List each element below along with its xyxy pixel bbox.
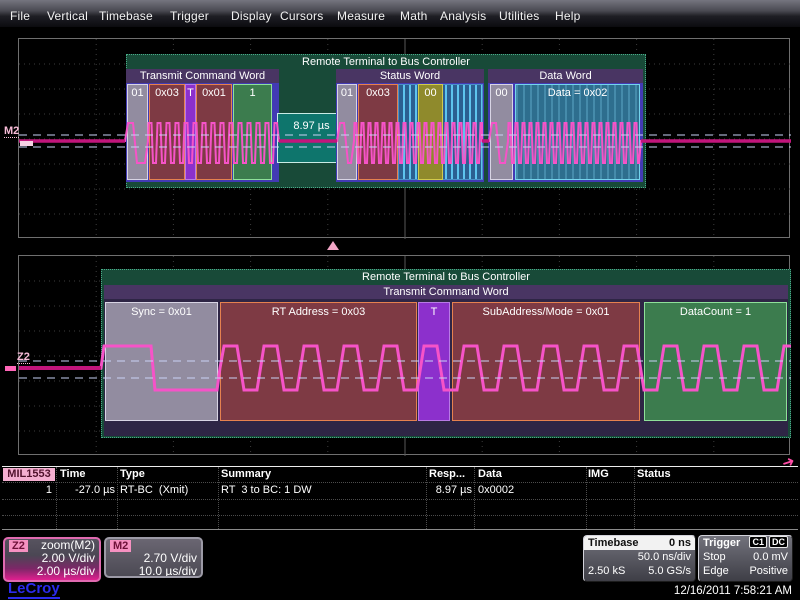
m2-tdiv: 10.0 µs/div [139,565,197,578]
timebase-tdiv: 50.0 ns/div [638,550,691,564]
trigger-slope: Positive [749,564,788,578]
row-time: -27.0 µs [58,484,115,496]
menu-utilities[interactable]: Utilities [499,9,539,23]
trigger-level: 0.0 mV [753,550,788,564]
menu-file[interactable]: File [10,9,30,23]
bottom-graticule[interactable]: Remote Terminal to Bus Controller Transm… [18,255,790,455]
trigger-source-badge: C1 [749,536,767,548]
m2-descriptor-panel[interactable]: M2 2.70 V/div 10.0 µs/div [104,537,203,578]
col-header-data: Data [478,468,502,480]
zoom-rtaddr-field: RT Address = 0x03 [220,302,417,421]
menu-timebase[interactable]: Timebase [99,9,153,23]
trigger-label: Trigger [703,537,740,549]
z2-badge: Z2 [9,540,28,552]
table-divider [426,467,427,529]
zoom-sync-field: Sync = 0x01 [105,302,218,421]
zoom-tr-field: T [418,302,450,421]
zoom-word-band: Transmit Command Word Sync = 0x01 RT Add… [104,285,788,436]
z2-trace-label[interactable]: Z2 [17,352,30,364]
status-addr-field: 0x03 [358,84,398,180]
status-word-title: Status Word [336,69,484,83]
menu-cursors[interactable]: Cursors [280,9,323,23]
cmd-subaddr-field: 0x01 [196,84,232,180]
menu-trigger[interactable]: Trigger [170,9,209,23]
zoom-subaddr-field: SubAddress/Mode = 0x01 [452,302,640,421]
table-divider [56,467,57,529]
col-header-status: Status [637,468,671,480]
col-header-type: Type [120,468,145,480]
lecroy-logo: LeCroy [8,581,60,599]
trigger-panel[interactable]: Trigger C1DC Stop 0.0 mV Edge Positive [698,535,793,582]
menu-measure[interactable]: Measure [337,9,385,23]
table-divider [218,467,219,529]
table-divider [634,467,635,529]
timebase-rate: 5.0 GS/s [648,564,691,578]
top-message-title: Remote Terminal to Bus Controller [127,55,645,69]
timebase-offset: 0 ns [669,536,691,550]
table-row-divider [2,515,798,516]
menu-vertical[interactable]: Vertical [47,9,88,23]
cmd-count-field: 1 [233,84,272,180]
row-resp: 8.97 µs [426,484,472,496]
m2-badge: M2 [110,540,131,552]
row-type: RT-BC (Xmit) [120,484,188,496]
z2-trace-start-tick [5,366,16,371]
data-word-group: Data Word 00 Data = 0x02 [488,69,643,182]
row-index: 1 [2,484,52,496]
trigger-position-marker[interactable] [327,241,339,250]
status-code-field: 00 [418,84,443,180]
row-summary: RT 3 to BC: 1 DW [221,484,312,496]
scope-screen: File Vertical Timebase Trigger Display C… [0,0,800,600]
cmd-sync-field: 01 [127,84,148,180]
table-divider [474,467,475,529]
cmd-tr-field: T [185,84,196,180]
table-row-divider [2,499,798,500]
datetime-display: 12/16/2011 7:58:21 AM [600,585,792,597]
top-graticule[interactable]: Remote Terminal to Bus Controller Transm… [18,38,790,238]
col-header-summary: Summary [221,468,271,480]
zoom-message-title: Remote Terminal to Bus Controller [102,270,790,284]
menu-help[interactable]: Help [555,9,580,23]
menu-math[interactable]: Math [400,9,427,23]
data-word-title: Data Word [488,69,643,83]
col-header-resp: Resp... [429,468,465,480]
data-value-field: Data = 0x02 [515,84,640,180]
timebase-panel[interactable]: Timebase 0 ns 50.0 ns/div 2.50 kS 5.0 GS… [583,535,696,582]
command-word-title: Transmit Command Word [126,69,279,83]
table-divider [117,467,118,529]
menu-bar: File Vertical Timebase Trigger Display C… [0,0,800,28]
data-sync-field: 00 [490,84,513,180]
trigger-coupling-badge: DC [769,536,788,548]
trigger-mode: Stop [703,551,726,563]
protocol-badge[interactable]: MIL1553 [3,468,55,481]
status-sync-field: 01 [337,84,357,180]
zoom-word-title: Transmit Command Word [104,285,788,299]
col-header-time: Time [60,468,85,480]
cmd-rtaddr-field: 0x03 [149,84,185,180]
z2-descriptor-panel[interactable]: Z2 zoom(M2) 2.00 V/div 2.00 µs/div [3,537,101,582]
table-row-divider [2,482,798,483]
command-word-group: Transmit Command Word 01 0x03 T 0x01 1 [126,69,279,182]
menu-display[interactable]: Display [231,9,272,23]
table-divider [586,467,587,529]
trigger-type: Edge [703,565,729,577]
col-header-img: IMG [588,468,609,480]
timebase-label: Timebase [588,537,639,549]
response-time-label: 8.97 µs [293,120,329,132]
row-data: 0x0002 [478,484,514,496]
zoom-count-field: DataCount = 1 [644,302,787,421]
z2-tdiv: 2.00 µs/div [37,565,95,578]
m2-trace-label[interactable]: M2 [4,126,19,138]
zoom-message-band: Remote Terminal to Bus Controller Transm… [101,269,791,438]
status-word-group: Status Word 01 0x03 00 [336,69,484,182]
menu-analysis[interactable]: Analysis [440,9,486,23]
timebase-samples: 2.50 kS [588,565,625,577]
decode-table: MIL1553 Time Type Summary Resp... Data I… [2,466,798,530]
m2-trace-start-tick [20,141,33,146]
